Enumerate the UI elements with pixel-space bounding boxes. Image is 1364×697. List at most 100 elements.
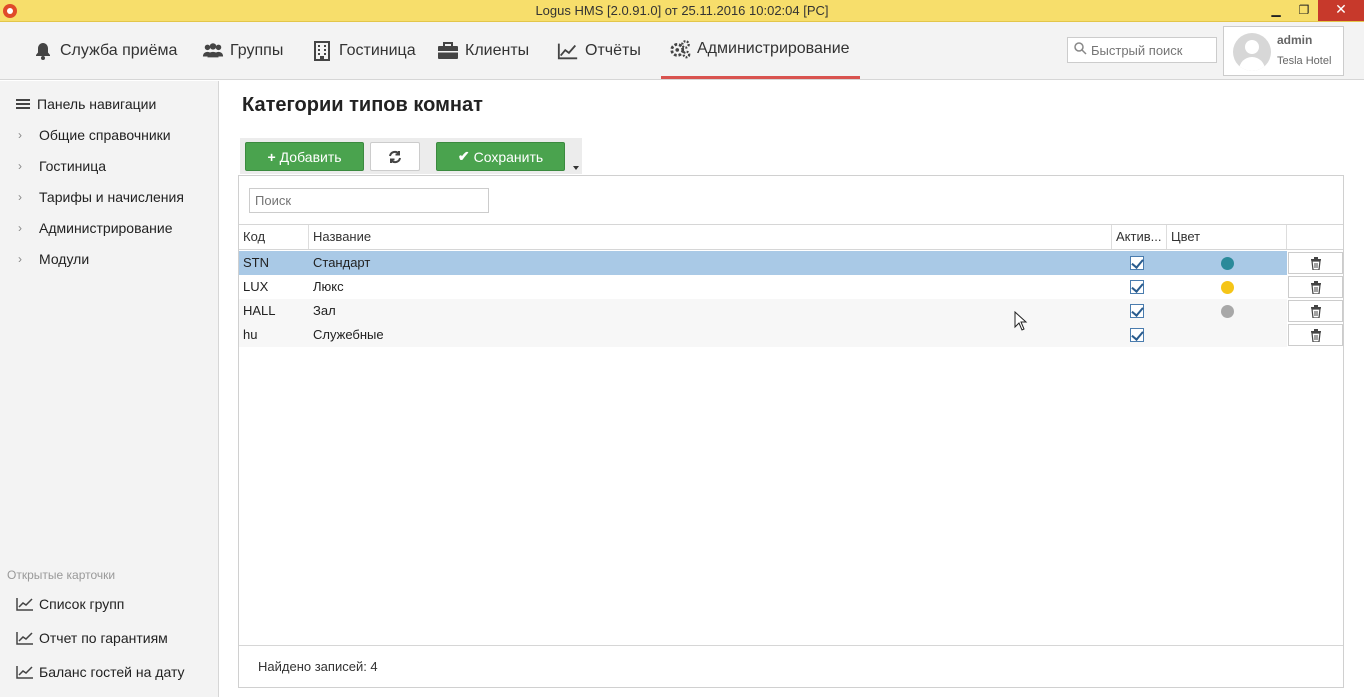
delete-row-button[interactable] xyxy=(1288,276,1343,298)
avatar xyxy=(1233,33,1271,71)
sidebar-item-general-references[interactable]: › Общие справочники xyxy=(0,123,218,147)
toolbar-dropdown-caret-icon[interactable] xyxy=(573,166,579,170)
gears-icon xyxy=(669,38,691,60)
chart-icon xyxy=(16,632,33,645)
briefcase-icon xyxy=(437,40,459,62)
delete-row-button[interactable] xyxy=(1288,324,1343,346)
sidebar-item-label: Панель навигации xyxy=(37,96,157,112)
grid-search-input[interactable] xyxy=(249,188,489,213)
chart-icon xyxy=(16,598,33,611)
quick-search-input[interactable] xyxy=(1091,42,1211,58)
cell-name: Зал xyxy=(313,303,336,318)
menu-icon xyxy=(16,97,30,111)
active-checkbox[interactable] xyxy=(1130,328,1144,342)
table-row[interactable]: hu Служебные xyxy=(239,323,1287,347)
search-icon xyxy=(1074,41,1087,59)
open-card-group-list[interactable]: Список групп xyxy=(16,593,124,615)
building-icon xyxy=(311,40,333,62)
close-button[interactable]: ✕ xyxy=(1318,0,1364,21)
sidebar: Панель навигации › Общие справочники › Г… xyxy=(0,81,219,697)
nav-tab-label: Группы xyxy=(230,41,284,59)
sidebar-item-tariffs[interactable]: › Тарифы и начисления xyxy=(0,185,218,209)
refresh-button[interactable] xyxy=(370,142,420,171)
cell-name: Служебные xyxy=(313,327,384,342)
nav-tab-label: Гостиница xyxy=(339,41,416,59)
grid-footer: Найдено записей: 4 xyxy=(239,645,1343,687)
chevron-right-icon: › xyxy=(18,252,22,266)
open-card-label: Отчет по гарантиям xyxy=(39,630,168,646)
add-button-label: Добавить xyxy=(279,148,342,165)
trash-icon xyxy=(1310,328,1321,342)
cell-code: HALL xyxy=(243,303,276,318)
sidebar-item-label: Модули xyxy=(39,251,90,267)
mouse-cursor-icon xyxy=(1014,311,1028,331)
check-icon: ✔ xyxy=(457,148,470,164)
nav-tab-hotel[interactable]: Гостиница xyxy=(311,22,416,79)
window-title: Logus HMS [2.0.91.0] от 25.11.2016 10:02… xyxy=(535,3,829,18)
user-menu[interactable]: admin Tesla Hotel xyxy=(1223,26,1344,76)
plus-icon: + xyxy=(267,148,276,165)
chevron-right-icon: › xyxy=(18,128,22,142)
grid-header: Код Название Актив... Цвет xyxy=(239,224,1343,250)
table-row[interactable]: LUX Люкс xyxy=(239,275,1287,299)
active-checkbox[interactable] xyxy=(1130,304,1144,318)
bell-icon xyxy=(32,40,54,62)
quick-search[interactable] xyxy=(1067,37,1217,63)
nav-tab-front-desk[interactable]: Служба приёма xyxy=(32,22,177,79)
open-card-label: Баланс гостей на дату xyxy=(39,664,185,680)
record-count: Найдено записей: 4 xyxy=(258,659,378,674)
open-card-label: Список групп xyxy=(39,596,125,612)
delete-row-button[interactable] xyxy=(1288,300,1343,322)
sidebar-item-modules[interactable]: › Модули xyxy=(0,247,218,271)
toolbar: + Добавить ✔ Сохранить xyxy=(240,138,582,174)
sidebar-item-hotel[interactable]: › Гостиница xyxy=(0,154,218,178)
chevron-right-icon: › xyxy=(18,190,22,204)
save-button[interactable]: ✔ Сохранить xyxy=(436,142,565,171)
nav-tab-clients[interactable]: Клиенты xyxy=(437,22,529,79)
cell-name: Люкс xyxy=(313,279,344,294)
active-checkbox[interactable] xyxy=(1130,256,1144,270)
user-hotel: Tesla Hotel xyxy=(1277,55,1332,67)
color-swatch xyxy=(1221,305,1234,318)
column-header-name[interactable]: Название xyxy=(309,225,1112,249)
open-card-guarantee-report[interactable]: Отчет по гарантиям xyxy=(16,627,168,649)
cell-code: STN xyxy=(243,255,269,270)
table-row[interactable]: HALL Зал xyxy=(239,299,1287,323)
cell-code: LUX xyxy=(243,279,269,294)
add-button[interactable]: + Добавить xyxy=(245,142,364,171)
nav-tab-reports[interactable]: Отчёты xyxy=(557,22,641,79)
chevron-right-icon: › xyxy=(18,221,22,235)
sidebar-item-label: Общие справочники xyxy=(39,127,171,143)
grid-panel: Код Название Актив... Цвет STN Стандарт … xyxy=(238,175,1344,688)
trash-icon xyxy=(1310,304,1321,318)
active-checkbox[interactable] xyxy=(1130,280,1144,294)
user-name: admin xyxy=(1277,33,1313,47)
nav-tab-groups[interactable]: Группы xyxy=(202,22,283,79)
page-title: Категории типов комнат xyxy=(242,94,483,116)
cell-name: Стандарт xyxy=(313,255,371,270)
column-header-code[interactable]: Код xyxy=(239,225,309,249)
sidebar-item-navigation-panel[interactable]: Панель навигации xyxy=(0,92,218,116)
nav-tab-label: Администрирование xyxy=(697,40,850,57)
minimize-button[interactable]: ▁ xyxy=(1262,0,1290,21)
table-row[interactable]: STN Стандарт xyxy=(239,251,1287,275)
nav-tab-label: Служба приёма xyxy=(60,41,178,59)
sidebar-item-label: Администрирование xyxy=(39,220,173,236)
nav-tab-label: Отчёты xyxy=(585,41,641,59)
open-card-guest-balance[interactable]: Баланс гостей на дату xyxy=(16,661,185,683)
cell-code: hu xyxy=(243,327,258,342)
title-bar: Logus HMS [2.0.91.0] от 25.11.2016 10:02… xyxy=(0,0,1364,22)
column-header-color[interactable]: Цвет xyxy=(1167,225,1287,249)
refresh-icon xyxy=(389,150,401,163)
color-swatch xyxy=(1221,281,1234,294)
delete-row-button[interactable] xyxy=(1288,252,1343,274)
sidebar-item-label: Гостиница xyxy=(39,158,107,174)
trash-icon xyxy=(1310,280,1321,294)
users-icon xyxy=(202,40,224,62)
open-cards-heading: Открытые карточки xyxy=(7,568,116,582)
column-header-active[interactable]: Актив... xyxy=(1112,225,1167,249)
nav-tab-administration[interactable]: Администрирование xyxy=(661,22,860,79)
sidebar-item-label: Тарифы и начисления xyxy=(39,189,184,205)
sidebar-item-administration[interactable]: › Администрирование xyxy=(0,216,218,240)
maximize-button[interactable]: ❐ xyxy=(1290,0,1318,21)
